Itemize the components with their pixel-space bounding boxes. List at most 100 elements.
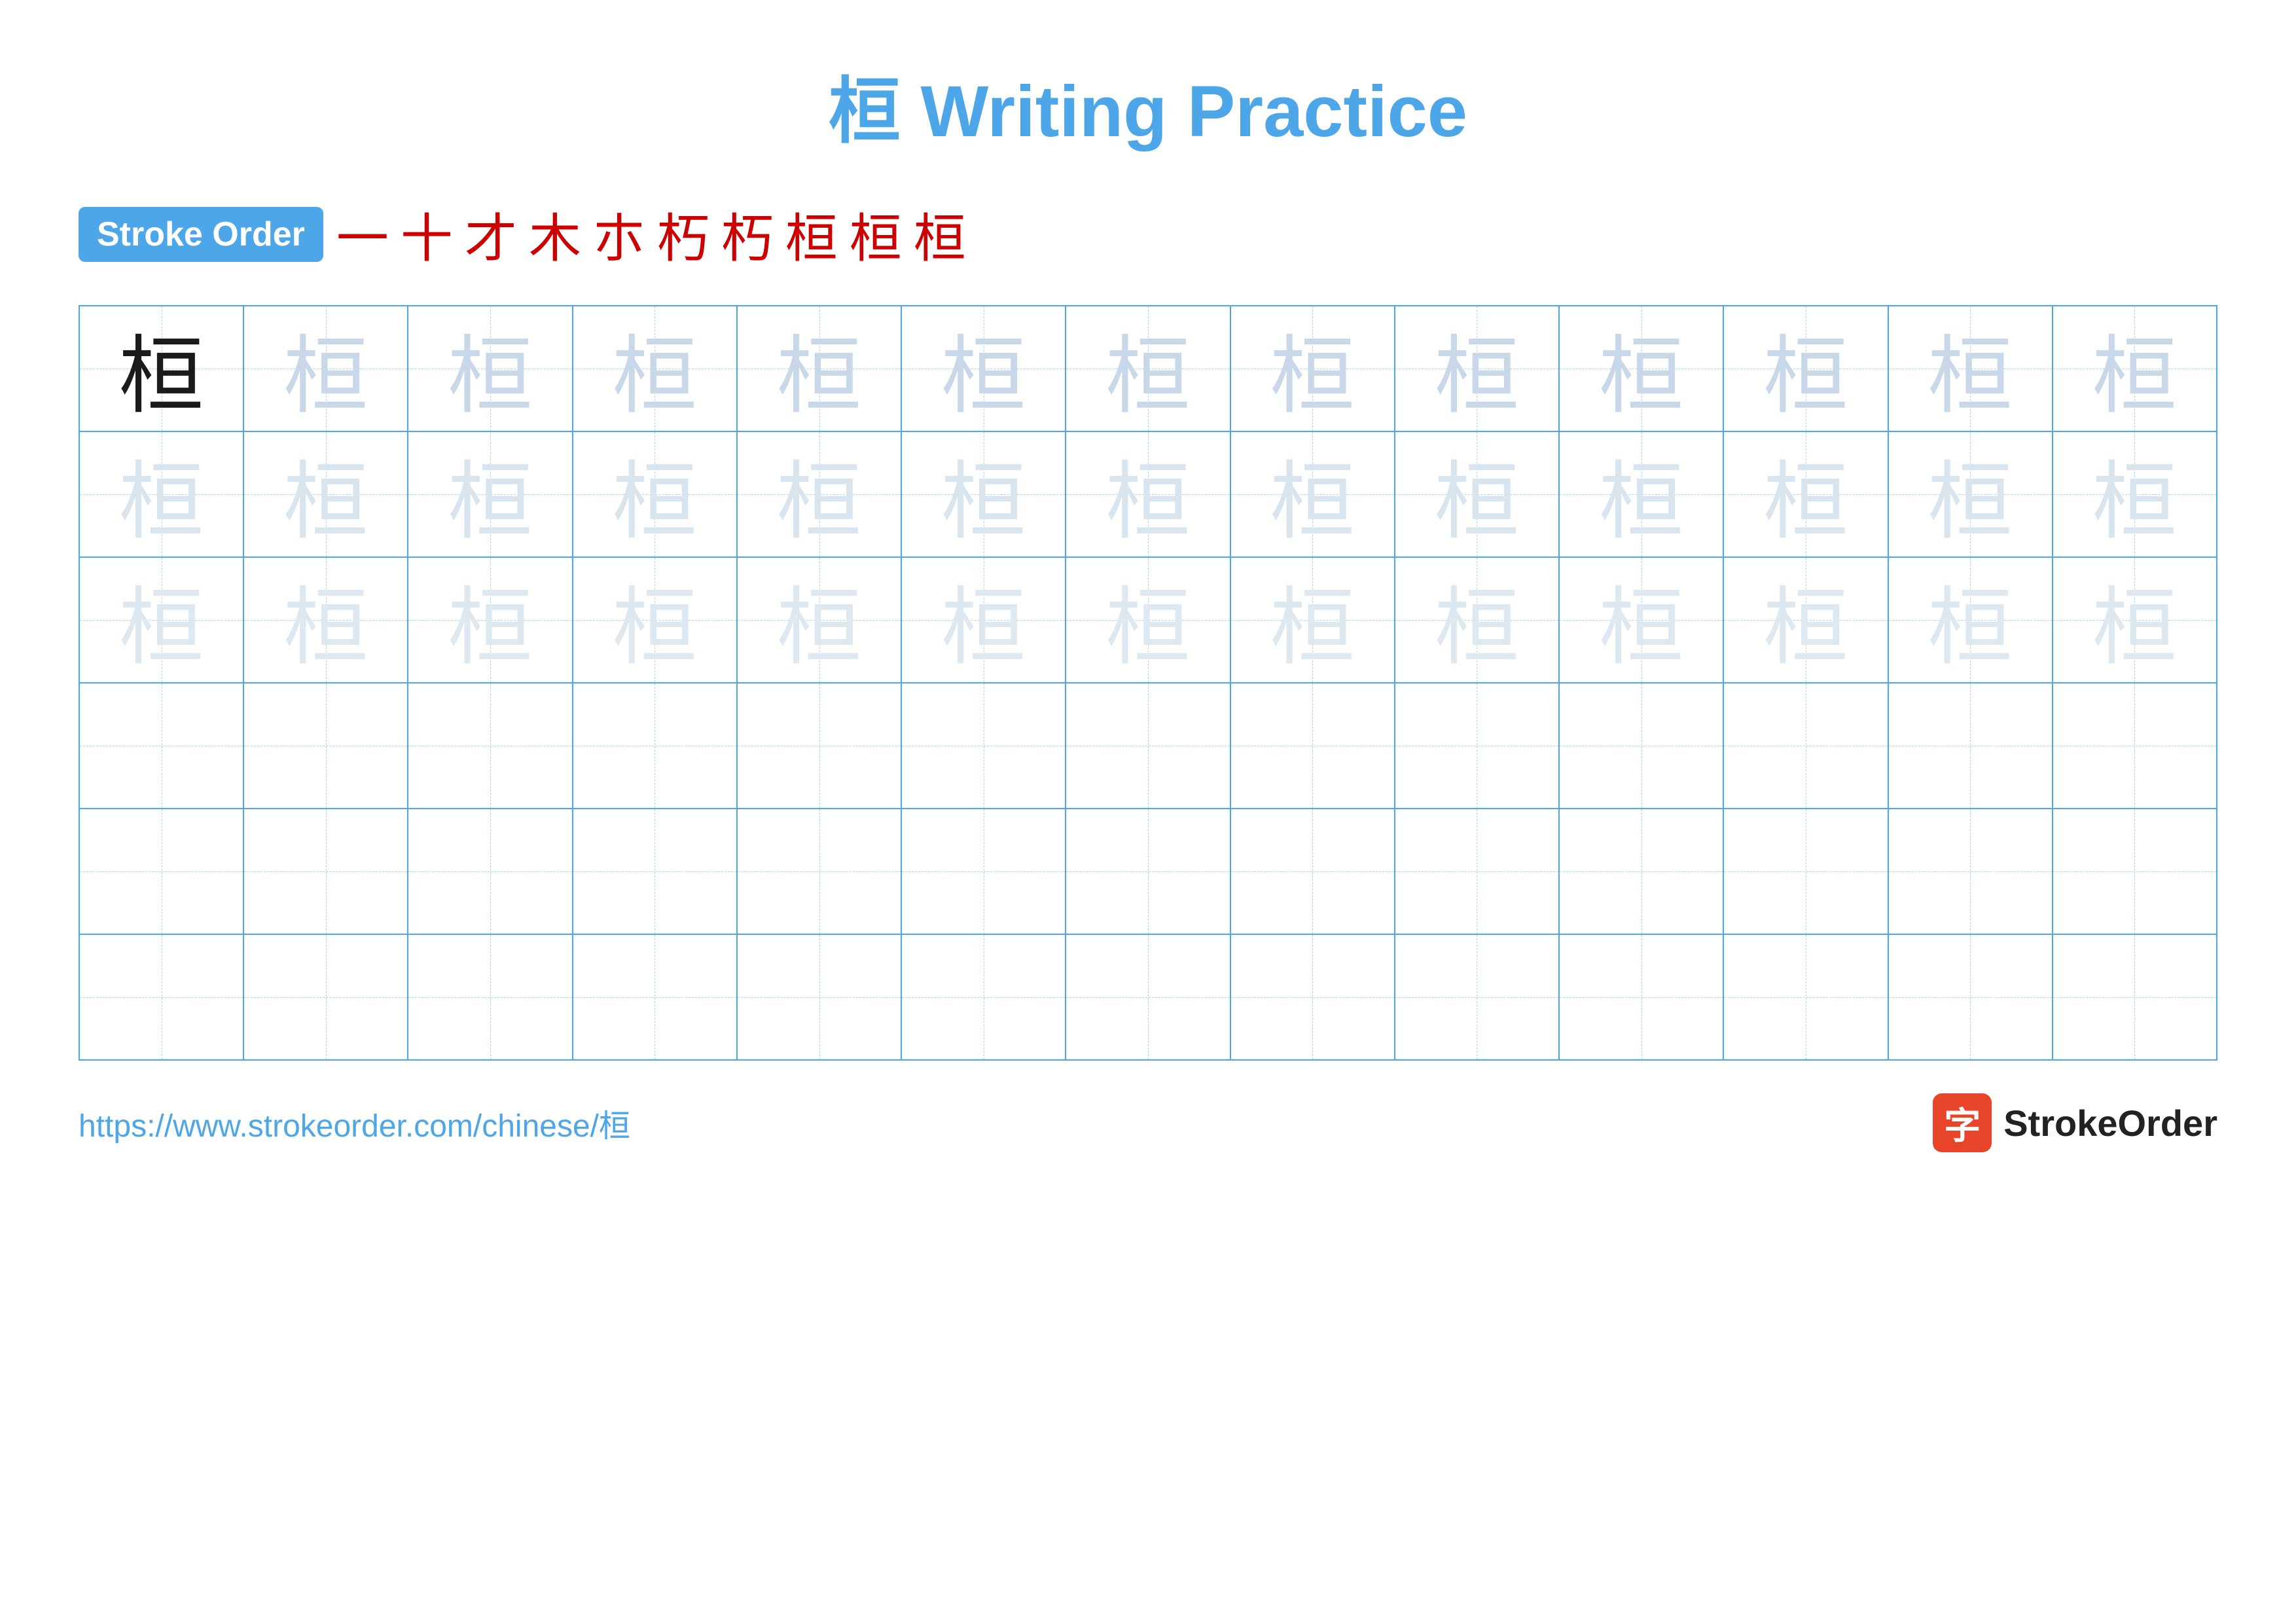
grid-row-6 (80, 935, 2216, 1061)
cell-r3-c12: 桓 (1889, 558, 2053, 682)
cell-r4-c2[interactable] (244, 684, 408, 808)
cell-r1-c13: 桓 (2053, 306, 2216, 431)
stroke-5: 朩 (593, 196, 645, 272)
stroke-order-badge: Stroke Order (79, 207, 323, 262)
char-faint: 桓 (941, 558, 1026, 682)
page-title: 桓 Writing Practice (829, 52, 1467, 157)
cell-r1-c8: 桓 (1231, 306, 1395, 431)
stroke-7: 朽 (721, 196, 774, 272)
grid-row-5 (80, 809, 2216, 935)
char-lighter: 桓 (1434, 433, 1519, 556)
cell-r4-c5[interactable] (738, 684, 902, 808)
char-lighter: 桓 (1599, 433, 1684, 556)
cell-r3-c11: 桓 (1724, 558, 1888, 682)
cell-r2-c13: 桓 (2053, 432, 2216, 556)
cell-r5-c12[interactable] (1889, 809, 2053, 934)
cell-r5-c6[interactable] (902, 809, 1066, 934)
cell-r4-c10[interactable] (1560, 684, 1724, 808)
cell-r1-c12: 桓 (1889, 306, 2053, 431)
char-light: 桓 (2092, 307, 2177, 430)
char-faint: 桓 (1928, 558, 2013, 682)
char-faint: 桓 (777, 558, 862, 682)
char-lighter: 桓 (777, 433, 862, 556)
char-light: 桓 (941, 307, 1026, 430)
stroke-9: 桓 (850, 196, 902, 272)
cell-r1-c11: 桓 (1724, 306, 1888, 431)
cell-r6-c12[interactable] (1889, 935, 2053, 1059)
cell-r4-c11[interactable] (1724, 684, 1888, 808)
cell-r5-c1[interactable] (80, 809, 244, 934)
cell-r5-c11[interactable] (1724, 809, 1888, 934)
char-lighter: 桓 (1928, 433, 2013, 556)
cell-r2-c10: 桓 (1560, 432, 1724, 556)
grid-row-4 (80, 684, 2216, 809)
cell-r6-c2[interactable] (244, 935, 408, 1059)
page-container: 桓 Writing Practice Stroke Order 一 十 才 木 … (0, 0, 2296, 1623)
char-faint: 桓 (119, 558, 204, 682)
cell-r4-c12[interactable] (1889, 684, 2053, 808)
cell-r6-c13[interactable] (2053, 935, 2216, 1059)
cell-r5-c13[interactable] (2053, 809, 2216, 934)
cell-r6-c5[interactable] (738, 935, 902, 1059)
cell-r3-c4: 桓 (573, 558, 738, 682)
cell-r3-c8: 桓 (1231, 558, 1395, 682)
cell-r6-c7[interactable] (1066, 935, 1230, 1059)
cell-r2-c7: 桓 (1066, 432, 1230, 556)
cell-r5-c10[interactable] (1560, 809, 1724, 934)
stroke-1: 一 (336, 196, 389, 272)
cell-r5-c4[interactable] (573, 809, 738, 934)
cell-r4-c6[interactable] (902, 684, 1066, 808)
cell-r5-c5[interactable] (738, 809, 902, 934)
cell-r2-c3: 桓 (408, 432, 573, 556)
cell-r6-c1[interactable] (80, 935, 244, 1059)
cell-r1-c2: 桓 (244, 306, 408, 431)
char-faint: 桓 (1270, 558, 1355, 682)
cell-r6-c4[interactable] (573, 935, 738, 1059)
cell-r3-c7: 桓 (1066, 558, 1230, 682)
cell-r6-c9[interactable] (1395, 935, 1560, 1059)
cell-r5-c2[interactable] (244, 809, 408, 934)
grid-row-2: 桓 桓 桓 桓 桓 桓 桓 桓 桓 (80, 432, 2216, 558)
cell-r2-c12: 桓 (1889, 432, 2053, 556)
cell-r5-c3[interactable] (408, 809, 573, 934)
cell-r5-c7[interactable] (1066, 809, 1230, 934)
cell-r1-c5: 桓 (738, 306, 902, 431)
cell-r3-c9: 桓 (1395, 558, 1560, 682)
cell-r1-c6: 桓 (902, 306, 1066, 431)
cell-r5-c8[interactable] (1231, 809, 1395, 934)
char-lighter: 桓 (1763, 433, 1848, 556)
cell-r6-c8[interactable] (1231, 935, 1395, 1059)
cell-r6-c11[interactable] (1724, 935, 1888, 1059)
cell-r6-c6[interactable] (902, 935, 1066, 1059)
cell-r4-c7[interactable] (1066, 684, 1230, 808)
footer-logo: 字 StrokeOrder (1933, 1093, 2217, 1152)
char-lighter: 桓 (283, 433, 368, 556)
cell-r2-c2: 桓 (244, 432, 408, 556)
cell-r4-c1[interactable] (80, 684, 244, 808)
cell-r3-c1: 桓 (80, 558, 244, 682)
cell-r2-c5: 桓 (738, 432, 902, 556)
cell-r4-c4[interactable] (573, 684, 738, 808)
cell-r3-c5: 桓 (738, 558, 902, 682)
strokeorder-icon: 字 (1933, 1093, 1992, 1152)
char-faint: 桓 (283, 558, 368, 682)
cell-r2-c1: 桓 (80, 432, 244, 556)
cell-r6-c10[interactable] (1560, 935, 1724, 1059)
cell-r4-c13[interactable] (2053, 684, 2216, 808)
cell-r2-c6: 桓 (902, 432, 1066, 556)
char-light: 桓 (1928, 307, 2013, 430)
cell-r2-c8: 桓 (1231, 432, 1395, 556)
char-light: 桓 (283, 307, 368, 430)
cell-r1-c7: 桓 (1066, 306, 1230, 431)
cell-r2-c4: 桓 (573, 432, 738, 556)
cell-r5-c9[interactable] (1395, 809, 1560, 934)
char-dark: 桓 (119, 307, 204, 430)
cell-r4-c3[interactable] (408, 684, 573, 808)
cell-r4-c9[interactable] (1395, 684, 1560, 808)
cell-r6-c3[interactable] (408, 935, 573, 1059)
char-light: 桓 (1599, 307, 1684, 430)
stroke-6: 朽 (657, 196, 709, 272)
char-lighter: 桓 (2092, 433, 2177, 556)
char-light: 桓 (1763, 307, 1848, 430)
cell-r4-c8[interactable] (1231, 684, 1395, 808)
